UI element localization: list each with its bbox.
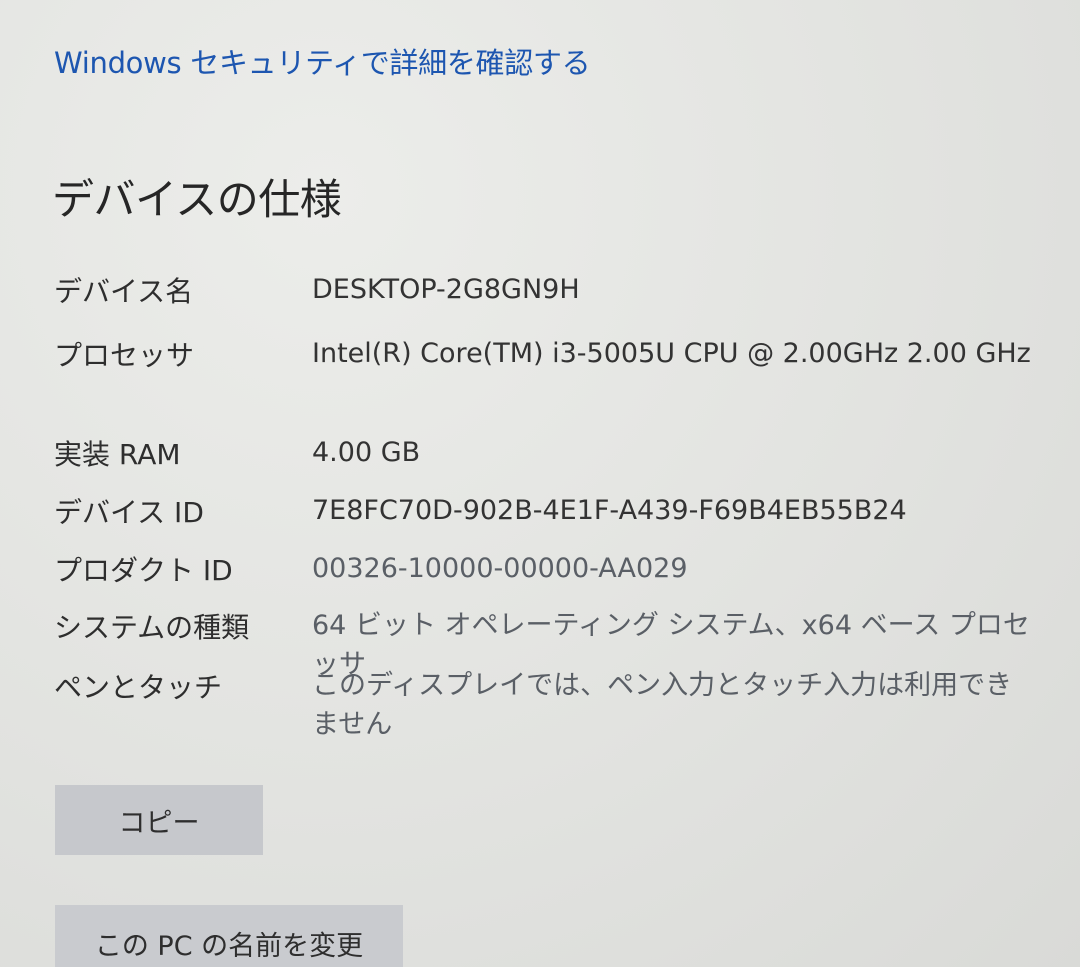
spec-label: プロダクト ID xyxy=(54,554,233,587)
spec-label: デバイス名 xyxy=(54,275,194,308)
spec-value: DESKTOP-2G8GN9H xyxy=(312,274,580,305)
spec-label: プロセッサ xyxy=(54,339,195,372)
spec-row-product-id: プロダクト ID 00326-10000-00000-AA029 xyxy=(54,549,1032,589)
spec-row-ram: 実装 RAM 4.00 GB xyxy=(54,433,1032,473)
spec-value: 7E8FC70D-902B-4E1F-A439-F69B4EB55B24 xyxy=(312,495,907,526)
spec-row-processor: プロセッサ Intel(R) Core(TM) i3-5005U CPU @ 2… xyxy=(54,334,1032,374)
spec-label: ペンとタッチ xyxy=(54,671,223,704)
spec-label: デバイス ID xyxy=(54,496,204,529)
spec-row-device-id: デバイス ID 7E8FC70D-902B-4E1F-A439-F69B4EB5… xyxy=(54,491,1032,531)
spec-value: 4.00 GB xyxy=(312,437,421,468)
spec-row-pen-touch: ペンとタッチ このディスプレイでは、ペン入力とタッチ入力は利用できません xyxy=(54,666,1032,744)
spec-value: Intel(R) Core(TM) i3-5005U CPU @ 2.00GHz… xyxy=(312,338,1031,369)
spec-label: 実装 RAM xyxy=(54,438,181,471)
spec-value: このディスプレイでは、ペン入力とタッチ入力は利用できません xyxy=(312,670,1013,740)
rename-pc-button[interactable]: この PC の名前を変更 xyxy=(55,905,403,967)
page-title: デバイスの仕様 xyxy=(52,175,342,224)
security-link[interactable]: Windows セキュリティで詳細を確認する xyxy=(54,40,591,82)
spec-row-device-name: デバイス名 DESKTOP-2G8GN9H xyxy=(54,270,1032,310)
copy-button[interactable]: コピー xyxy=(55,785,263,855)
spec-value: 00326-10000-00000-AA029 xyxy=(312,553,688,584)
